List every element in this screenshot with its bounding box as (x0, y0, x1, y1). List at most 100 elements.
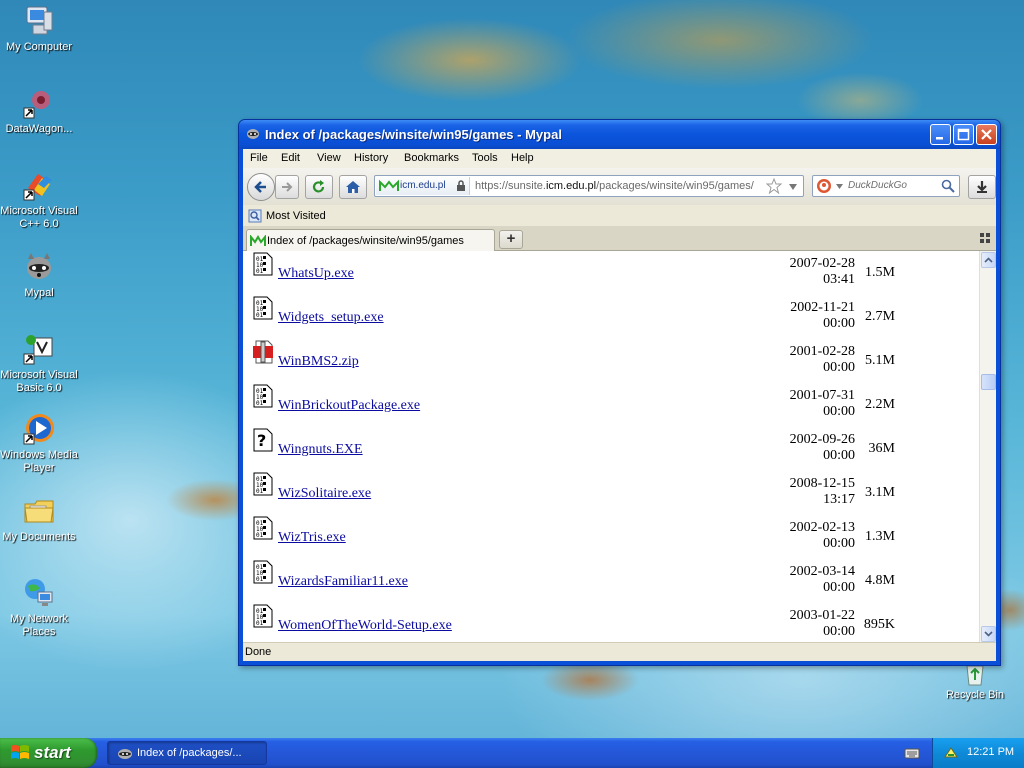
vertical-scrollbar[interactable] (979, 251, 996, 644)
file-size: 5.1M (865, 353, 895, 368)
file-date: 2003-01-22 00:00 (789, 608, 855, 639)
duckduckgo-icon[interactable] (816, 178, 832, 194)
desktop-icon-recycle-bin[interactable]: Recycle Bin (936, 664, 1014, 702)
url-dropdown-icon[interactable] (788, 183, 798, 191)
file-link[interactable]: WizTris.exe (278, 530, 346, 546)
menu-tools[interactable]: Tools (472, 152, 498, 164)
scroll-up-button[interactable] (981, 252, 996, 268)
network-globe-icon (22, 576, 56, 610)
new-tab-button[interactable]: + (499, 230, 523, 249)
menu-help[interactable]: Help (511, 152, 534, 164)
compressed-file-icon (253, 340, 273, 364)
file-link[interactable]: WomenOfTheWorld-Setup.exe (278, 618, 452, 634)
desktop-icon-media-player[interactable]: Windows Media Player (0, 412, 78, 475)
menu-view[interactable]: View (317, 152, 341, 164)
close-button[interactable] (976, 124, 997, 145)
chevron-up-icon (984, 257, 993, 263)
bookmarks-toolbar: Most Visited (243, 205, 996, 226)
home-button[interactable] (339, 175, 367, 199)
bookmark-star-icon[interactable] (766, 178, 782, 194)
file-link[interactable]: Wingnuts.EXE (278, 442, 363, 458)
most-visited-bookmark[interactable]: Most Visited (266, 210, 326, 222)
file-size: 1.3M (865, 529, 895, 544)
taskbar-window-button[interactable]: Index of /packages/... (107, 741, 267, 765)
forward-button[interactable] (275, 175, 299, 199)
table-row: WinBMS2.zip 2001-02-28 00:00 5.1M (243, 330, 983, 375)
start-label: start (34, 743, 71, 762)
file-link[interactable]: Widgets_setup.exe (278, 310, 384, 326)
desktop-icon-visual-cpp[interactable]: Microsoft Visual C++ 6.0 (0, 168, 78, 231)
file-link[interactable]: WhatsUp.exe (278, 266, 354, 282)
desktop-icon-label: Recycle Bin (945, 689, 1005, 701)
desktop-icon-mypal[interactable]: Mypal (0, 250, 78, 300)
table-row: 01 10 01 WizSolitaire.exe 2008-12-15 13:17 3.… (243, 462, 983, 507)
scroll-down-button[interactable] (981, 626, 996, 642)
mypal-app-icon (246, 128, 260, 140)
search-engine-dropdown-icon[interactable] (836, 184, 843, 189)
file-date: 2008-12-15 13:17 (789, 476, 855, 507)
back-button[interactable] (247, 173, 275, 201)
file-size: 895K (863, 617, 895, 632)
search-placeholder: DuckDuckGo (848, 180, 907, 191)
taskbar-clock[interactable]: 12:21 PM (967, 746, 1014, 758)
tab-list-icon[interactable] (980, 233, 990, 243)
binary-file-icon: 01 10 01 (253, 384, 273, 408)
media-player-icon (22, 412, 56, 446)
svg-text:01: 01 (256, 576, 264, 583)
url-host: icm.edu.pl (545, 180, 597, 192)
file-size: 4.8M (865, 573, 895, 588)
recycle-bin-icon (958, 664, 992, 686)
browser-window[interactable]: Index of /packages/winsite/win95/games -… (238, 119, 1001, 666)
url-text[interactable]: https://sunsite.icm.edu.pl/packages/wins… (475, 180, 754, 192)
downloads-button[interactable] (968, 175, 996, 199)
tab-active[interactable]: Index of /packages/winsite/win95/games (246, 229, 495, 251)
search-bar[interactable]: DuckDuckGo (812, 175, 960, 197)
forward-arrow-icon (282, 182, 293, 192)
url-prefix: https://sunsite. (475, 180, 546, 192)
svg-text:?: ? (257, 431, 266, 450)
reload-button[interactable] (305, 175, 333, 199)
file-size: 3.1M (865, 485, 895, 500)
file-link[interactable]: WinBMS2.zip (278, 354, 359, 370)
file-date: 2002-11-21 00:00 (790, 300, 855, 331)
window-titlebar[interactable]: Index of /packages/winsite/win95/games -… (239, 120, 1000, 149)
binary-file-icon: 01 10 01 (253, 296, 273, 320)
menu-bookmarks[interactable]: Bookmarks (404, 152, 459, 164)
file-size: 36M (868, 441, 895, 456)
file-link[interactable]: WizardsFamiliar11.exe (278, 574, 408, 590)
folder-icon (22, 494, 56, 528)
file-size: 2.7M (865, 309, 895, 324)
start-button[interactable]: start (0, 738, 97, 768)
network-tray-icon[interactable] (943, 745, 959, 761)
svg-text:01: 01 (256, 312, 264, 319)
desktop-icon-datawagon[interactable]: DataWagon... (0, 86, 78, 136)
menu-history[interactable]: History (354, 152, 388, 164)
desktop-icon-visual-basic[interactable]: Microsoft Visual Basic 6.0 (0, 332, 78, 395)
svg-text:01: 01 (256, 400, 264, 407)
page-content: 01 10 01 WhatsUp.exe 2007-02-28 03:41 1.5M 01 1… (243, 251, 996, 644)
maximize-button[interactable] (953, 124, 974, 145)
desktop-icon-label: My Documents (2, 531, 76, 543)
keyboard-tray-icon[interactable] (904, 746, 920, 760)
file-link[interactable]: WizSolitaire.exe (278, 486, 371, 502)
file-date: 2001-07-31 00:00 (789, 388, 855, 419)
desktop-icon-my-computer[interactable]: My Computer (0, 4, 78, 54)
table-row: 01 10 01 WizTris.exe 2002-02-13 00:00 1.3M (243, 506, 983, 551)
search-icon[interactable] (941, 179, 955, 193)
desktop-icon-label: Mypal (24, 287, 54, 299)
desktop-icon-my-documents[interactable]: My Documents (0, 494, 78, 544)
lock-icon (457, 180, 465, 191)
download-arrow-icon (977, 181, 987, 193)
site-identity-button[interactable]: icm.edu.pl (376, 177, 470, 195)
minimize-button[interactable] (930, 124, 951, 145)
svg-text:01: 01 (256, 620, 264, 627)
scrollbar-thumb[interactable] (981, 374, 996, 390)
datawagon-icon (22, 86, 56, 120)
desktop-icon-network-places[interactable]: My Network Places (0, 576, 78, 639)
reload-icon (312, 180, 325, 193)
svg-text:01: 01 (256, 488, 264, 495)
menu-file[interactable]: File (250, 152, 268, 164)
url-bar[interactable]: icm.edu.pl https://sunsite.icm.edu.pl/pa… (374, 175, 804, 197)
file-link[interactable]: WinBrickoutPackage.exe (278, 398, 420, 414)
menu-edit[interactable]: Edit (281, 152, 300, 164)
